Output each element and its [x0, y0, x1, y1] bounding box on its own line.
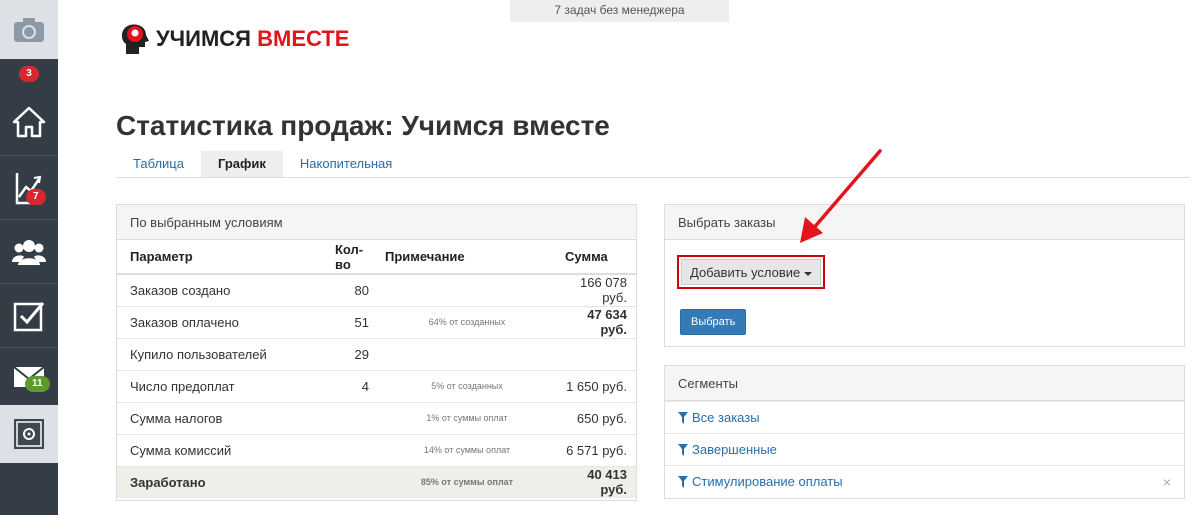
row-qty: 51 [327, 305, 377, 338]
filter-icon [678, 443, 688, 456]
caret-down-icon [804, 271, 813, 276]
total-qty [327, 465, 377, 498]
tab-cumulative[interactable]: Накопительная [283, 151, 409, 177]
sidebar-item-notifications[interactable]: 3 [0, 59, 58, 89]
segment-label: Все заказы [692, 410, 760, 425]
tab-chart[interactable]: График [200, 151, 283, 177]
row-sum: 47 634 руб. [557, 305, 636, 338]
row-qty [327, 401, 377, 434]
add-condition-label: Добавить условие [690, 265, 801, 280]
filter-icon [678, 411, 688, 424]
orders-panel-heading: Выбрать заказы [665, 205, 1184, 240]
row-note: 1% от суммы оплат [377, 401, 557, 434]
table-row: Купило пользователей 29 [117, 337, 636, 370]
row-sum: 650 руб. [557, 401, 636, 434]
mail-badge: 11 [25, 376, 50, 392]
segment-item[interactable]: Завершенные [665, 433, 1184, 465]
sidebar-item-users[interactable] [0, 220, 58, 283]
table-row: Заказов создано 80 166 078 руб. [117, 273, 636, 306]
close-icon[interactable]: × [1163, 474, 1171, 490]
brand-name: УЧИМСЯ ВМЕСТЕ [156, 26, 349, 52]
total-sum: 40 413 руб. [557, 465, 636, 498]
row-note: 64% от созданных [377, 305, 557, 338]
sidebar-item-chart[interactable]: 7 [0, 156, 58, 219]
total-note: 85% от суммы оплат [377, 465, 557, 498]
total-param: Заработано [117, 465, 327, 498]
checkbox-icon [13, 301, 45, 331]
select-button[interactable]: Выбрать [680, 309, 747, 335]
table-total-row: Заработано 85% от суммы оплат 40 413 руб… [117, 465, 636, 498]
table-row: Заказов оплачено 51 64% от созданных 47 … [117, 305, 636, 338]
row-param: Купило пользователей [117, 337, 327, 370]
page-title: Статистика продаж: Учимся вместе [116, 110, 610, 141]
brand-word-1: УЧИМСЯ [156, 26, 251, 51]
row-sum: 166 078 руб. [557, 273, 636, 306]
segment-label: Завершенные [692, 442, 777, 457]
row-param: Число предоплат [117, 369, 327, 402]
table-row: Сумма налогов 1% от суммы оплат 650 руб. [117, 401, 636, 434]
row-qty [327, 433, 377, 466]
row-note [377, 273, 557, 306]
stats-panel-heading: По выбранным условиям [117, 205, 636, 240]
row-qty: 4 [327, 369, 377, 402]
row-param: Заказов создано [117, 273, 327, 306]
sidebar-item-home[interactable] [0, 89, 58, 155]
tab-table[interactable]: Таблица [116, 151, 201, 177]
sidebar: 3 7 11 [0, 0, 58, 515]
sidebar-item-mail[interactable]: 11 [0, 348, 58, 405]
chart-badge: 7 [26, 189, 46, 205]
row-note: 14% от суммы оплат [377, 433, 557, 466]
column-header-qty: Кол-во [327, 240, 377, 275]
column-header-sum: Сумма [557, 240, 636, 275]
brand-word-2: ВМЕСТЕ [257, 26, 350, 51]
row-sum [557, 337, 636, 370]
view-tabs: Таблица График Накопительная [116, 151, 1190, 178]
row-sum: 6 571 руб. [557, 433, 636, 466]
row-sum: 1 650 руб. [557, 369, 636, 402]
column-header-param: Параметр [117, 240, 327, 275]
table-header-row: Параметр Кол-во Примечание Сумма [117, 240, 636, 275]
segment-item[interactable]: Все заказы [665, 401, 1184, 433]
sidebar-item-tasks[interactable] [0, 284, 58, 347]
sidebar-item-safe[interactable] [0, 405, 58, 463]
segment-item[interactable]: Стимулирование оплаты × [665, 465, 1184, 497]
stats-panel: По выбранным условиям Параметр Кол-во Пр… [116, 204, 637, 501]
home-icon [12, 106, 46, 138]
row-param: Сумма налогов [117, 401, 327, 434]
add-condition-highlight: Добавить условие [677, 255, 826, 289]
row-note [377, 337, 557, 370]
safe-icon [14, 419, 44, 449]
segments-panel-heading: Сегменты [665, 366, 1184, 401]
camera-icon [14, 17, 44, 42]
row-qty: 80 [327, 273, 377, 306]
row-qty: 29 [327, 337, 377, 370]
add-condition-dropdown[interactable]: Добавить условие [681, 259, 822, 285]
unassigned-tasks-banner[interactable]: 7 задач без менеджера [510, 0, 729, 22]
row-note: 5% от созданных [377, 369, 557, 402]
annotation-arrow [800, 149, 882, 243]
row-param: Заказов оплачено [117, 305, 327, 338]
head-logo-icon [121, 24, 149, 54]
filter-icon [678, 475, 688, 488]
brand-logo[interactable]: УЧИМСЯ ВМЕСТЕ [118, 22, 349, 56]
table-row: Сумма комиссий 14% от суммы оплат 6 571 … [117, 433, 636, 466]
notifications-badge: 3 [19, 66, 39, 82]
table-row: Число предоплат 4 5% от созданных 1 650 … [117, 369, 636, 402]
stats-table: Параметр Кол-во Примечание Сумма Заказов… [117, 240, 636, 498]
row-param: Сумма комиссий [117, 433, 327, 466]
segment-label: Стимулирование оплаты [692, 474, 843, 489]
sidebar-item-camera[interactable] [0, 0, 58, 59]
column-header-note: Примечание [377, 240, 557, 275]
users-icon [12, 239, 46, 265]
orders-panel: Выбрать заказы Добавить условие Выбрать [664, 204, 1185, 347]
segments-panel: Сегменты Все заказы Завершенные Стимулир… [664, 365, 1185, 499]
